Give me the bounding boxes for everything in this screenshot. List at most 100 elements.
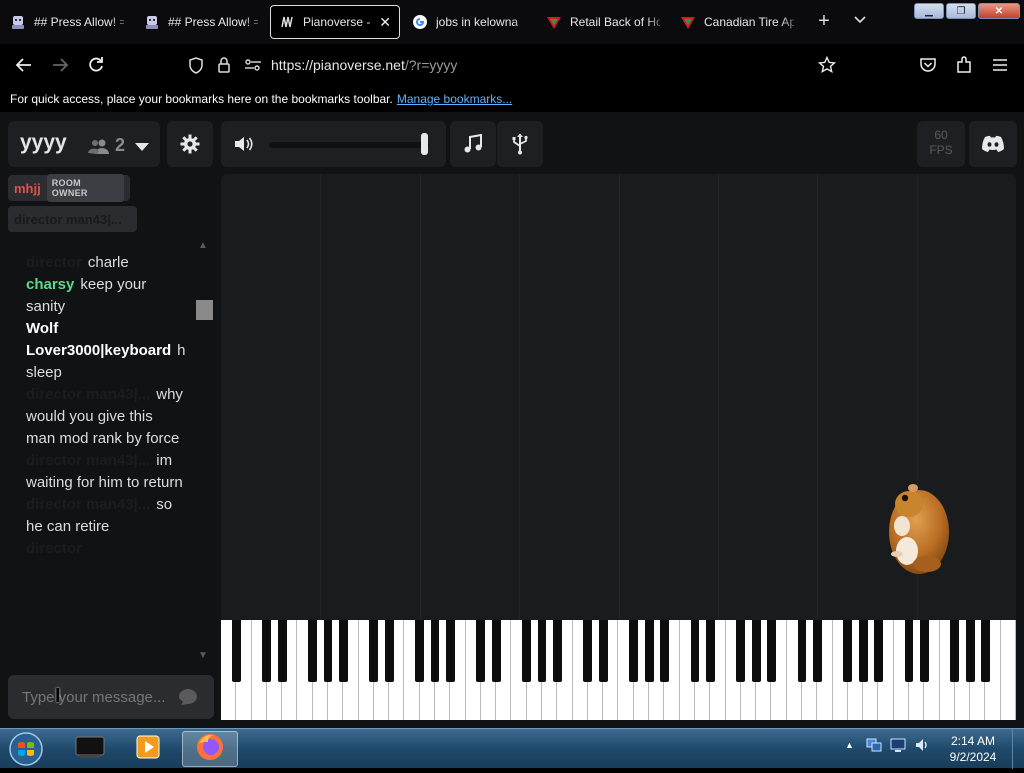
piano-black-key[interactable] bbox=[552, 620, 562, 682]
window-controls: ▁ ❐ ✕ bbox=[912, 3, 1020, 19]
taskbar-app-media-player[interactable] bbox=[120, 731, 176, 767]
manage-bookmarks-link[interactable]: Manage bookmarks... bbox=[397, 92, 512, 106]
midi-player-button[interactable] bbox=[450, 121, 496, 167]
room-dropdown-caret-icon[interactable] bbox=[134, 139, 150, 157]
close-window-button[interactable]: ✕ bbox=[978, 3, 1020, 19]
start-button[interactable] bbox=[6, 730, 46, 768]
volume-slider[interactable] bbox=[269, 142, 429, 148]
piano-black-key[interactable] bbox=[736, 620, 746, 682]
scroll-up-icon[interactable]: ▲ bbox=[198, 240, 208, 251]
show-desktop-button[interactable] bbox=[1012, 729, 1024, 769]
minimize-button[interactable]: ▁ bbox=[914, 3, 944, 19]
piano-black-key[interactable] bbox=[965, 620, 975, 682]
piano-black-key[interactable] bbox=[629, 620, 639, 682]
chat-username[interactable]: director bbox=[26, 540, 82, 557]
piano-black-key[interactable] bbox=[522, 620, 532, 682]
piano-keyboard[interactable] bbox=[221, 620, 1016, 720]
chat-username[interactable]: charsy bbox=[26, 276, 74, 293]
piano-black-key[interactable] bbox=[858, 620, 868, 682]
piano-black-key[interactable] bbox=[537, 620, 547, 682]
chat-message-input[interactable] bbox=[22, 687, 172, 707]
site-permissions-icon[interactable] bbox=[244, 58, 262, 77]
forward-icon[interactable] bbox=[48, 54, 72, 76]
chat-scrollbar[interactable]: ▲ ▼ bbox=[196, 240, 213, 664]
piano-black-key[interactable] bbox=[690, 620, 700, 682]
piano-black-key[interactable] bbox=[491, 620, 501, 682]
piano-black-key[interactable] bbox=[919, 620, 929, 682]
tab-google-jobs[interactable]: jobs in kelowna bbox=[404, 5, 534, 39]
piano-black-key[interactable] bbox=[644, 620, 654, 682]
piano-black-key[interactable] bbox=[751, 620, 761, 682]
bookmark-star-icon[interactable] bbox=[815, 54, 839, 76]
tracking-shield-icon[interactable] bbox=[188, 57, 204, 79]
piano-white-key[interactable] bbox=[1000, 620, 1016, 720]
piano-black-key[interactable] bbox=[476, 620, 486, 682]
address-bar[interactable]: https://pianoverse.net/?r=yyyy bbox=[180, 50, 860, 80]
fps-value: 60 bbox=[934, 128, 948, 142]
chat-username[interactable]: director man43|... bbox=[26, 452, 150, 469]
tab-press-allow-1[interactable]: ## Press Allow! = bbox=[2, 5, 132, 39]
scrollbar-thumb[interactable] bbox=[196, 300, 213, 320]
piano-black-key[interactable] bbox=[338, 620, 348, 682]
tab-canadian-tire[interactable]: Canadian Tire Ap bbox=[672, 5, 802, 39]
piano-black-key[interactable] bbox=[659, 620, 669, 682]
display-icon[interactable] bbox=[890, 737, 906, 753]
midi-devices-button[interactable] bbox=[497, 121, 543, 167]
piano-black-key[interactable] bbox=[262, 620, 272, 682]
piano-black-key[interactable] bbox=[797, 620, 807, 682]
discord-button[interactable] bbox=[969, 121, 1017, 167]
piano-black-key[interactable] bbox=[308, 620, 318, 682]
extensions-icon[interactable] bbox=[952, 54, 976, 76]
piano-black-key[interactable] bbox=[904, 620, 914, 682]
user-tag-director[interactable]: director man43|... bbox=[8, 206, 137, 232]
back-icon[interactable] bbox=[12, 54, 36, 76]
piano-black-key[interactable] bbox=[812, 620, 822, 682]
chat-username[interactable]: director man43|... bbox=[26, 386, 150, 403]
show-hidden-icons-icon[interactable]: ▲ bbox=[845, 740, 854, 750]
piano-black-key[interactable] bbox=[873, 620, 883, 682]
reload-icon[interactable] bbox=[84, 54, 108, 76]
speaker-icon[interactable] bbox=[234, 135, 256, 158]
tab-retail-back-of-house[interactable]: Retail Back of Ho bbox=[538, 5, 668, 39]
piano-black-key[interactable] bbox=[980, 620, 990, 682]
piano-black-key[interactable] bbox=[369, 620, 379, 682]
piano-black-key[interactable] bbox=[950, 620, 960, 682]
tab-list-chevron-icon[interactable] bbox=[853, 12, 867, 30]
tab-press-allow-2[interactable]: ## Press Allow! = bbox=[136, 5, 266, 39]
taskbar-app-firefox[interactable] bbox=[182, 731, 238, 767]
piano-black-key[interactable] bbox=[430, 620, 440, 682]
user-tag-owner[interactable]: mhjj ROOM OWNER bbox=[8, 174, 130, 202]
piano-black-key[interactable] bbox=[705, 620, 715, 682]
chat-username[interactable]: director bbox=[26, 254, 82, 271]
piano-black-key[interactable] bbox=[415, 620, 425, 682]
pocket-icon[interactable] bbox=[916, 54, 940, 76]
chat-username[interactable]: Wolf Lover3000|keyboard bbox=[26, 320, 171, 359]
tab-title: Pianoverse - y bbox=[303, 15, 374, 29]
tab-pianoverse[interactable]: Pianoverse - y ✕ bbox=[270, 5, 400, 39]
close-tab-icon[interactable]: ✕ bbox=[379, 14, 391, 31]
piano-black-key[interactable] bbox=[766, 620, 776, 682]
restore-button[interactable]: ❐ bbox=[946, 3, 976, 19]
menu-hamburger-icon[interactable] bbox=[988, 54, 1012, 76]
piano-black-key[interactable] bbox=[843, 620, 853, 682]
piano-black-key[interactable] bbox=[277, 620, 287, 682]
piano-black-key[interactable] bbox=[231, 620, 241, 682]
piano-black-key[interactable] bbox=[445, 620, 455, 682]
gear-icon bbox=[167, 121, 213, 167]
chat-username[interactable]: director man43|... bbox=[26, 496, 150, 513]
room-selector[interactable]: yyyy 2 bbox=[8, 121, 160, 167]
send-message-icon[interactable] bbox=[178, 688, 198, 711]
piano-black-key[interactable] bbox=[384, 620, 394, 682]
piano-black-key[interactable] bbox=[583, 620, 593, 682]
lock-icon[interactable] bbox=[217, 56, 231, 79]
network-icon[interactable] bbox=[866, 737, 882, 753]
scroll-down-icon[interactable]: ▼ bbox=[198, 650, 208, 661]
system-clock[interactable]: 2:14 AM 9/2/2024 bbox=[940, 733, 1006, 765]
volume-slider-thumb[interactable] bbox=[421, 133, 428, 155]
piano-black-key[interactable] bbox=[598, 620, 608, 682]
settings-button[interactable] bbox=[167, 121, 213, 167]
new-tab-icon[interactable]: + bbox=[813, 10, 835, 32]
taskbar-app-terminal[interactable] bbox=[62, 731, 118, 767]
piano-black-key[interactable] bbox=[323, 620, 333, 682]
volume-tray-icon[interactable] bbox=[914, 737, 930, 753]
